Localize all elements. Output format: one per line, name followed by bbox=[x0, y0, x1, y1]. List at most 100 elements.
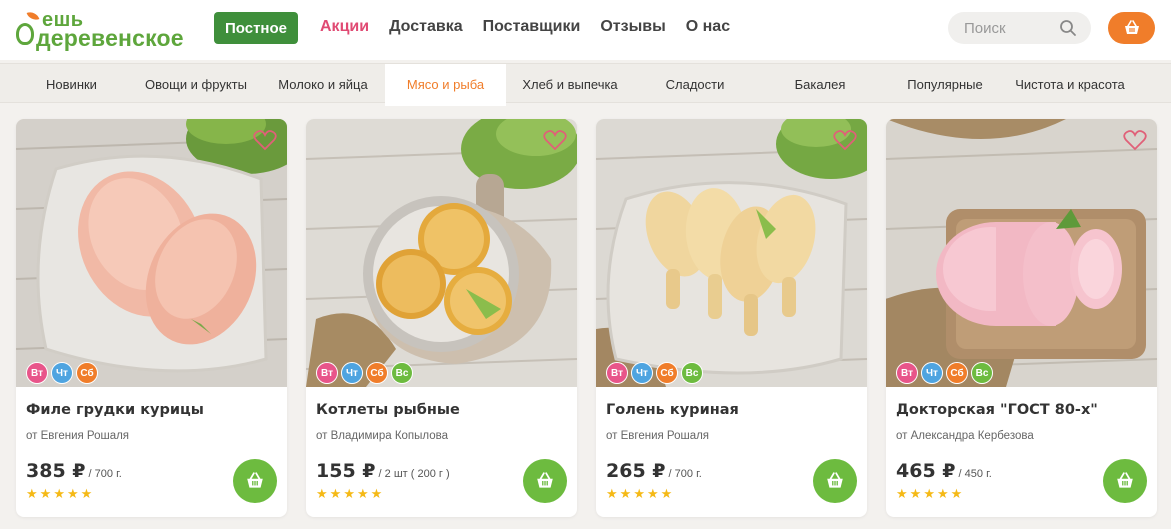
price-unit: / 2 шт ( 200 г ) bbox=[375, 468, 450, 480]
add-to-cart-button[interactable] bbox=[233, 459, 277, 503]
product-seller: от Владимира Копылова bbox=[316, 430, 449, 442]
day-badge-saturday: Сб bbox=[366, 362, 388, 384]
product-card[interactable]: Вт Чт Сб Вс Голень куриная от Евгения Ро… bbox=[596, 119, 867, 517]
category-new[interactable]: Новинки bbox=[0, 64, 143, 104]
rating-stars: ★ ★ ★ ★ ★ bbox=[316, 487, 382, 500]
product-price: 465 ₽ / 450 г. bbox=[896, 460, 992, 482]
logo-leaf-icon bbox=[26, 9, 40, 23]
star-icon: ★ bbox=[660, 486, 673, 501]
star-icon: ★ bbox=[950, 486, 963, 501]
nav-delivery[interactable]: Доставка bbox=[389, 18, 463, 36]
nav-suppliers[interactable]: Поставщики bbox=[483, 18, 581, 36]
day-badge-thursday: Чт bbox=[51, 362, 73, 384]
rating-stars: ★ ★ ★ ★ ★ bbox=[606, 487, 672, 500]
day-badge-saturday: Сб bbox=[76, 362, 98, 384]
logo-mark bbox=[16, 23, 34, 45]
product-image[interactable]: Вт Чт Сб Вс bbox=[596, 119, 867, 387]
star-icon: ★ bbox=[909, 486, 922, 501]
price-value: 155 ₽ bbox=[316, 460, 376, 482]
price-unit: / 700 г. bbox=[85, 468, 122, 480]
day-badge-saturday: Сб bbox=[656, 362, 678, 384]
day-badge-saturday: Сб bbox=[946, 362, 968, 384]
price-unit: / 450 г. bbox=[955, 468, 992, 480]
product-image[interactable]: Вт Чт Сб Вс bbox=[306, 119, 577, 387]
star-icon: ★ bbox=[66, 486, 79, 501]
site-logo[interactable]: ешь деревенское bbox=[16, 9, 191, 51]
category-cleanliness-beauty[interactable]: Чистота и красота bbox=[1006, 64, 1134, 104]
favorite-heart-icon[interactable] bbox=[543, 129, 567, 151]
price-value: 465 ₽ bbox=[896, 460, 956, 482]
day-badge-tuesday: Вт bbox=[896, 362, 918, 384]
product-card[interactable]: Вт Чт Сб Филе грудки курицы от Евгения Р… bbox=[16, 119, 287, 517]
star-icon: ★ bbox=[606, 486, 618, 501]
day-badge-tuesday: Вт bbox=[316, 362, 338, 384]
fast-menu-button[interactable]: Постное bbox=[214, 12, 298, 44]
product-price: 155 ₽ / 2 шт ( 200 г ) bbox=[316, 460, 450, 482]
price-unit: / 700 г. bbox=[665, 468, 702, 480]
star-icon: ★ bbox=[26, 486, 38, 501]
basket-icon bbox=[247, 472, 263, 488]
category-meat-fish[interactable]: Мясо и рыба bbox=[385, 64, 506, 106]
star-icon: ★ bbox=[356, 486, 369, 501]
product-seller: от Александра Кербезова bbox=[896, 430, 1034, 442]
star-icon: ★ bbox=[646, 486, 659, 501]
day-badge-thursday: Чт bbox=[631, 362, 653, 384]
category-popular[interactable]: Популярные bbox=[884, 64, 1006, 104]
star-icon: ★ bbox=[619, 486, 632, 501]
star-icon: ★ bbox=[896, 486, 908, 501]
search-box bbox=[948, 12, 1091, 44]
cart-button[interactable] bbox=[1108, 12, 1155, 44]
favorite-heart-icon[interactable] bbox=[833, 129, 857, 151]
day-badge-sunday: Вс bbox=[971, 362, 993, 384]
category-bread-pastry[interactable]: Хлеб и выпечка bbox=[506, 64, 634, 104]
star-icon: ★ bbox=[39, 486, 52, 501]
category-vegetables-fruits[interactable]: Овощи и фрукты bbox=[143, 64, 249, 104]
delivery-days: Вт Чт Сб Вс bbox=[606, 362, 703, 384]
add-to-cart-button[interactable] bbox=[523, 459, 567, 503]
delivery-days: Вт Чт Сб bbox=[26, 362, 98, 384]
favorite-heart-icon[interactable] bbox=[1123, 129, 1147, 151]
day-badge-thursday: Чт bbox=[341, 362, 363, 384]
product-name[interactable]: Докторская "ГОСТ 80-х" bbox=[896, 402, 1098, 418]
product-image[interactable]: Вт Чт Сб bbox=[16, 119, 287, 387]
basket-icon bbox=[827, 472, 843, 488]
star-icon: ★ bbox=[923, 486, 935, 501]
product-seller: от Евгения Рошаля bbox=[606, 430, 710, 442]
price-value: 385 ₽ bbox=[26, 460, 86, 482]
star-icon: ★ bbox=[343, 486, 355, 501]
day-badge-sunday: Вс bbox=[391, 362, 413, 384]
favorite-heart-icon[interactable] bbox=[253, 129, 277, 151]
star-icon: ★ bbox=[53, 486, 65, 501]
product-image[interactable]: Вт Чт Сб Вс bbox=[886, 119, 1157, 387]
product-price: 385 ₽ / 700 г. bbox=[26, 460, 122, 482]
product-card[interactable]: Вт Чт Сб Вс Докторская "ГОСТ 80-х" от Ал… bbox=[886, 119, 1157, 517]
add-to-cart-button[interactable] bbox=[813, 459, 857, 503]
nav-about[interactable]: О нас bbox=[686, 18, 730, 36]
category-sweets[interactable]: Сладости bbox=[634, 64, 756, 104]
star-icon: ★ bbox=[936, 486, 949, 501]
search-input[interactable] bbox=[964, 19, 1054, 37]
star-icon: ★ bbox=[633, 486, 645, 501]
logo-text-bottom: деревенское bbox=[36, 25, 184, 51]
star-icon: ★ bbox=[329, 486, 342, 501]
nav-reviews[interactable]: Отзывы bbox=[600, 18, 665, 36]
product-name[interactable]: Котлеты рыбные bbox=[316, 402, 460, 418]
product-seller: от Евгения Рошаля bbox=[26, 430, 130, 442]
day-badge-sunday: Вс bbox=[681, 362, 703, 384]
category-milk-eggs[interactable]: Молоко и яйца bbox=[262, 64, 384, 104]
product-name[interactable]: Филе грудки курицы bbox=[26, 402, 204, 418]
product-card[interactable]: Вт Чт Сб Вс Котлеты рыбные от Владимира … bbox=[306, 119, 577, 517]
category-bar: Новинки Овощи и фрукты Молоко и яйца Мяс… bbox=[0, 63, 1171, 106]
add-to-cart-button[interactable] bbox=[1103, 459, 1147, 503]
category-grocery[interactable]: Бакалея bbox=[756, 64, 884, 104]
product-name[interactable]: Голень куриная bbox=[606, 402, 739, 418]
site-header: ешь деревенское Постное Акции Доставка П… bbox=[0, 0, 1171, 60]
search-icon[interactable] bbox=[1059, 19, 1077, 37]
basket-icon bbox=[1124, 20, 1139, 34]
product-price: 265 ₽ / 700 г. bbox=[606, 460, 702, 482]
nav-promotions[interactable]: Акции bbox=[320, 18, 369, 36]
price-value: 265 ₽ bbox=[606, 460, 666, 482]
star-icon: ★ bbox=[370, 486, 383, 501]
day-badge-tuesday: Вт bbox=[26, 362, 48, 384]
basket-icon bbox=[1117, 472, 1133, 488]
